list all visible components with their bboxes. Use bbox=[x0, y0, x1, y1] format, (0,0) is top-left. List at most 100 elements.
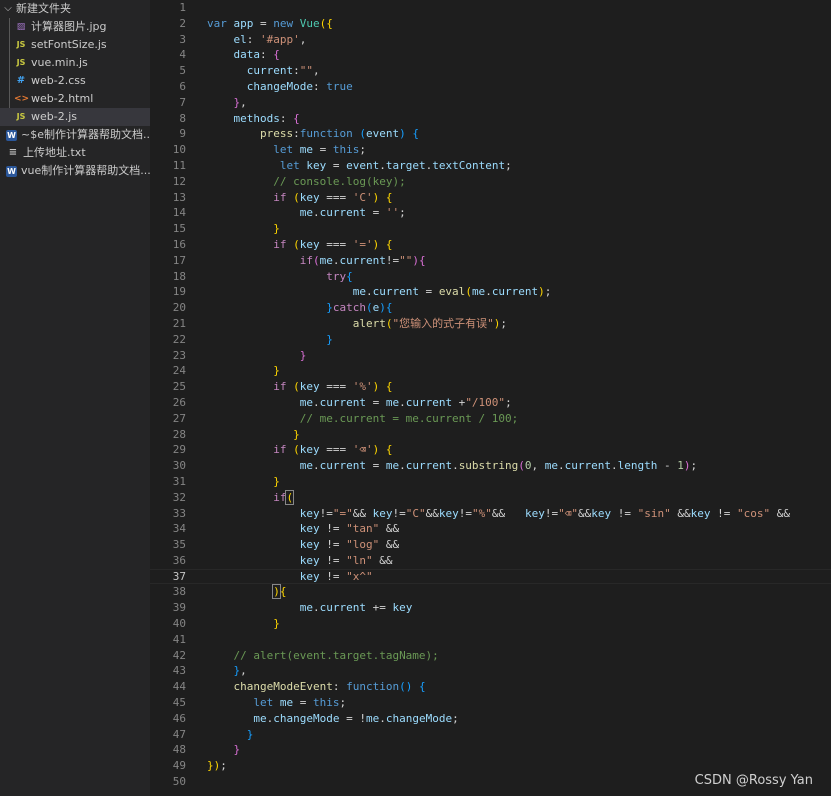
code-line[interactable]: 36 key != "ln" && bbox=[150, 553, 831, 569]
code-line[interactable]: 19 me.current = eval(me.current); bbox=[150, 284, 831, 300]
code-line[interactable]: 49}); bbox=[150, 758, 831, 774]
code-line[interactable]: 30 me.current = me.current.substring(0, … bbox=[150, 458, 831, 474]
file-item[interactable]: W ~$e制作计算器帮助文档.... bbox=[0, 126, 150, 144]
line-number: 15 bbox=[172, 222, 186, 236]
code-token: != bbox=[458, 506, 472, 520]
chevron-down-icon[interactable]: ⌵ bbox=[0, 0, 16, 18]
code-line[interactable]: 22 } bbox=[150, 332, 831, 348]
file-item[interactable]: Wvue制作计算器帮助文档.... bbox=[0, 162, 150, 180]
line-number: 46 bbox=[172, 711, 186, 725]
code-line[interactable]: 4 data: { bbox=[150, 47, 831, 63]
code-token: ( bbox=[293, 237, 300, 251]
code-token: 1 bbox=[677, 459, 684, 473]
code-line[interactable]: 27 // me.current = me.current / 100; bbox=[150, 411, 831, 427]
code-line[interactable]: 15 } bbox=[150, 221, 831, 237]
code-line[interactable]: 46 me.changeMode = !me.changeMode; bbox=[150, 711, 831, 727]
code-token: , bbox=[312, 64, 320, 78]
folder-row[interactable]: ⌵ 新建文件夹 bbox=[0, 0, 150, 18]
code-line[interactable]: 45 let me = this; bbox=[150, 695, 831, 711]
code-line[interactable]: 16 if (key === '=') { bbox=[150, 237, 831, 253]
code-line[interactable]: 11 let key = event.target.textContent; bbox=[150, 158, 831, 174]
line-number: 6 bbox=[179, 79, 186, 93]
code-line[interactable]: 31 } bbox=[150, 474, 831, 490]
line-code: var app = new Vue({ bbox=[207, 16, 333, 32]
code-editor[interactable]: 1 2 var app = new Vue({3 el: '#app', 4 data… bbox=[150, 0, 831, 796]
code-line[interactable]: 47 } bbox=[150, 727, 831, 743]
code-line[interactable]: 29 if (key === '⌫') { bbox=[150, 442, 831, 458]
code-line[interactable]: 21 alert("您输入的式子有误"); bbox=[150, 316, 831, 332]
code-line[interactable]: 5 current:"", bbox=[150, 63, 831, 79]
code-line[interactable]: 38 ){ bbox=[150, 584, 831, 600]
file-item[interactable]: ▨ 计算器图片.jpg bbox=[0, 18, 150, 36]
code-line[interactable]: 39 me.current += key bbox=[150, 600, 831, 616]
code-line[interactable]: 44 changeModeEvent: function() { bbox=[150, 679, 831, 695]
code-token: ; bbox=[220, 759, 227, 773]
code-line[interactable]: 24 } bbox=[150, 363, 831, 379]
code-line[interactable]: 25 if (key === '%') { bbox=[150, 379, 831, 395]
code-line[interactable]: 12 // console.log(key); bbox=[150, 174, 831, 190]
code-token: "cos" bbox=[736, 506, 771, 520]
code-token: current bbox=[339, 253, 386, 267]
code-token: el bbox=[233, 32, 247, 46]
code-token: = ! bbox=[339, 711, 366, 725]
code-line[interactable]: 48 } bbox=[150, 742, 831, 758]
code-token: key bbox=[299, 506, 320, 520]
file-item[interactable]: # web-2.css bbox=[0, 72, 150, 90]
code-line[interactable]: 2 var app = new Vue({ bbox=[150, 16, 831, 32]
code-line[interactable]: 43 }, bbox=[150, 663, 831, 679]
code-token: ) bbox=[683, 459, 691, 473]
code-line[interactable]: 26 me.current = me.current +"/100"; bbox=[150, 395, 831, 411]
code-line[interactable]: 40 } bbox=[150, 616, 831, 632]
line-number: 18 bbox=[172, 269, 186, 283]
line-code: }, bbox=[207, 95, 247, 111]
code-line[interactable]: 6 changeMode: true bbox=[150, 79, 831, 95]
code-line[interactable]: 41 bbox=[150, 632, 831, 648]
code-token: key bbox=[690, 506, 711, 520]
code-line[interactable]: 20 }catch(e){ bbox=[150, 300, 831, 316]
line-number: 49 bbox=[172, 759, 186, 773]
code-line[interactable]: 7 }, bbox=[150, 95, 831, 111]
code-line[interactable]: 34 key != "tan" && bbox=[150, 521, 831, 537]
code-line[interactable]: 14 me.current = ''; bbox=[150, 205, 831, 221]
code-token: && bbox=[352, 506, 373, 520]
code-line[interactable]: 3 el: '#app', bbox=[150, 32, 831, 48]
line-code: } bbox=[207, 221, 280, 237]
code-line[interactable]: 1 bbox=[150, 0, 831, 16]
code-token: key bbox=[438, 506, 459, 520]
file-item[interactable]: JS setFontSize.js bbox=[0, 36, 150, 54]
code-line[interactable]: 23 } bbox=[150, 348, 831, 364]
file-item[interactable]: JS web-2.js bbox=[0, 108, 150, 126]
code-token: . bbox=[611, 459, 618, 473]
code-line[interactable]: 10 let me = this; bbox=[150, 142, 831, 158]
root-file-list: W ~$e制作计算器帮助文档.... ≡ 上传地址.txt Wvue制作计算器帮助文档.… bbox=[0, 126, 150, 180]
line-number: 35 bbox=[172, 538, 186, 552]
code-line[interactable]: 35 key != "log" && bbox=[150, 537, 831, 553]
code-token: && bbox=[577, 506, 592, 520]
code-line[interactable]: 32 if( bbox=[150, 489, 831, 506]
code-token: ; bbox=[339, 696, 347, 710]
code-line[interactable]: 42 // alert(event.target.tagName); bbox=[150, 648, 831, 664]
code-line[interactable]: 33 key!="="&& key!="C"&&key!="%"&& key!=… bbox=[150, 506, 831, 522]
file-item[interactable]: <> web-2.html bbox=[0, 90, 150, 108]
code-line[interactable]: 17 if(me.current!=""){ bbox=[150, 253, 831, 269]
file-item[interactable]: JS vue.min.js bbox=[0, 54, 150, 72]
file-item[interactable]: ≡ 上传地址.txt bbox=[0, 144, 150, 162]
code-line[interactable]: 13 if (key === 'C') { bbox=[150, 190, 831, 206]
code-token: { bbox=[418, 680, 426, 694]
code-line[interactable]: 9 press:function (event) { bbox=[150, 126, 831, 142]
code-token: if bbox=[299, 253, 313, 267]
code-token: '%' bbox=[352, 380, 373, 394]
code-token: key bbox=[299, 237, 320, 251]
code-line[interactable]: 37 key != "x^" bbox=[150, 568, 831, 585]
code-line[interactable]: 8 methods: { bbox=[150, 111, 831, 127]
code-token: ) bbox=[412, 253, 419, 267]
code-line[interactable]: 28 } bbox=[150, 427, 831, 443]
code-line[interactable]: 18 try{ bbox=[150, 269, 831, 285]
code-token: function bbox=[299, 127, 360, 141]
line-code: me.changeMode = !me.changeMode; bbox=[207, 711, 458, 727]
